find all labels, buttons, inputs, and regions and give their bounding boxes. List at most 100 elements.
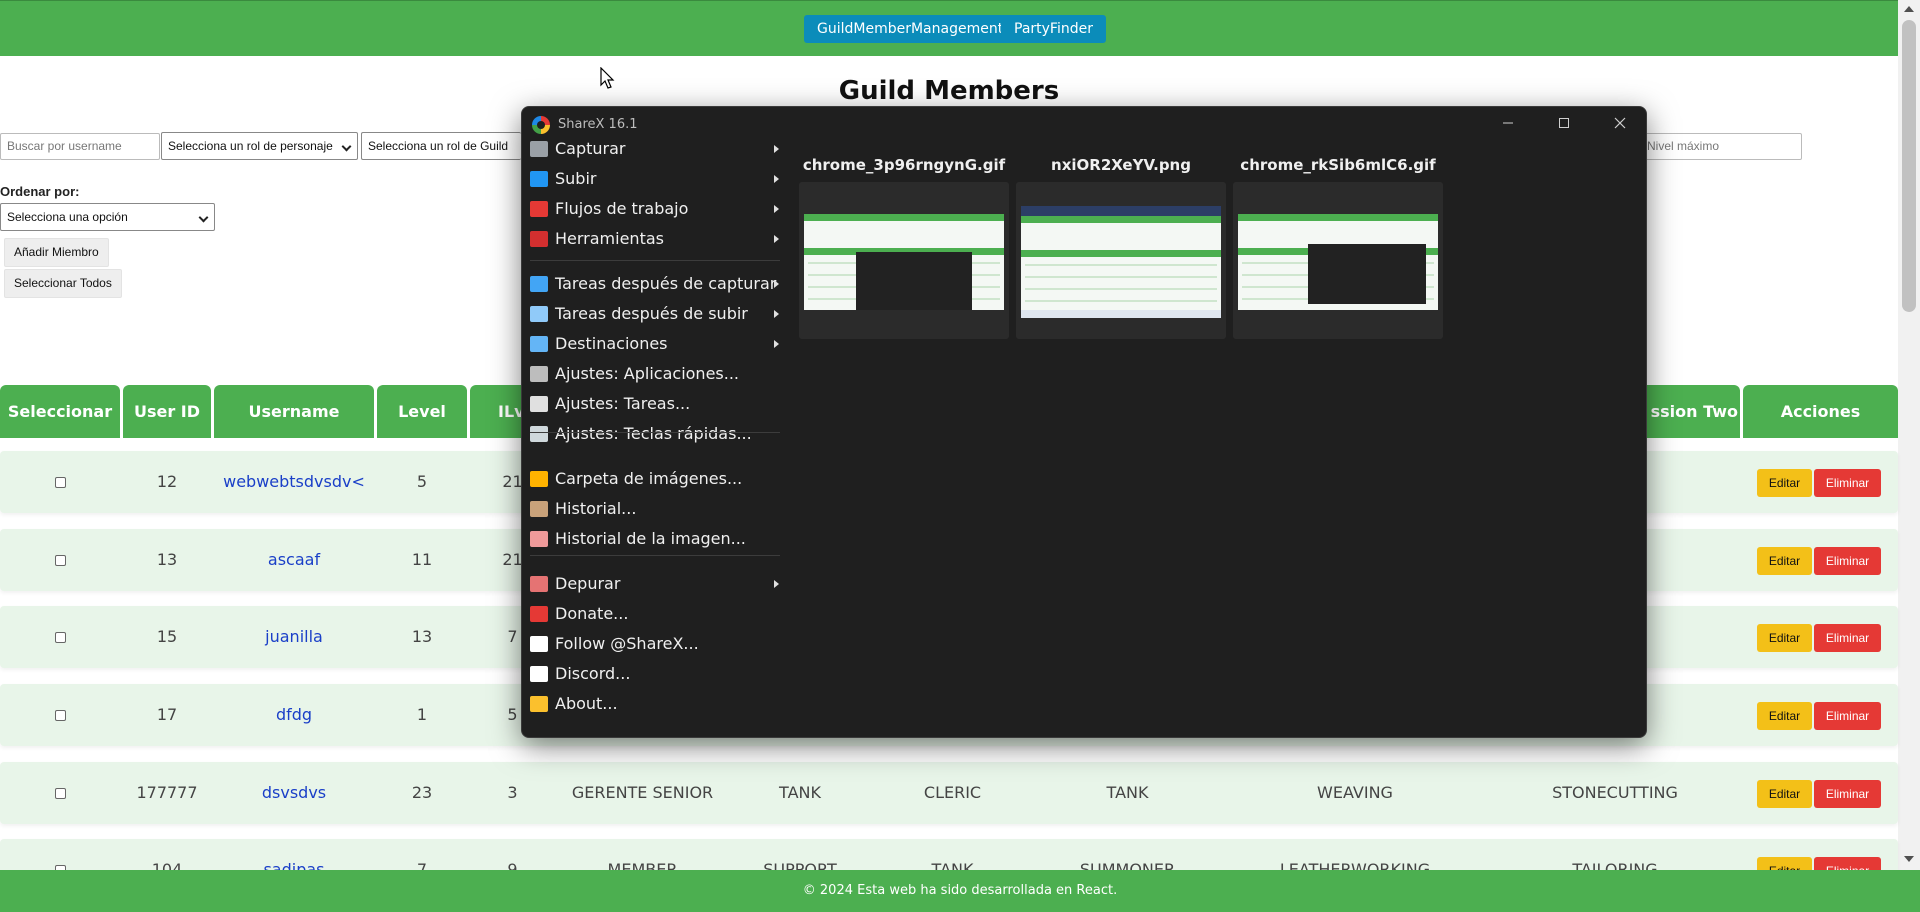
scroll-up-icon[interactable]	[1904, 6, 1914, 12]
menu-item-tools[interactable]: Herramientas	[530, 224, 780, 254]
edit-button[interactable]: Editar	[1757, 469, 1812, 497]
capture-icon	[530, 141, 548, 157]
menu-item-task-settings[interactable]: Ajustes: Tareas...	[530, 389, 780, 419]
after-upload-icon	[530, 306, 548, 322]
close-icon	[1614, 117, 1626, 129]
thumbnail-image-1	[804, 214, 1004, 310]
guild-role-select[interactable]: Selecciona un rol de Guild	[361, 132, 521, 160]
level-cell: 11	[411, 550, 433, 569]
menu-item-x-logo[interactable]: Follow @ShareX...	[530, 629, 780, 659]
level-cell: 1	[416, 705, 428, 724]
top-nav-bar: GuildMemberManagement PartyFinder	[0, 0, 1898, 56]
guild-member-management-button[interactable]: GuildMemberManagement	[804, 15, 1017, 43]
max-level-input[interactable]: Nivel máximo	[1640, 133, 1802, 160]
user-id-cell: 12	[156, 472, 178, 491]
minimize-icon	[1503, 122, 1513, 124]
order-by-select[interactable]: Selecciona una opción	[0, 203, 215, 231]
menu-item-after-capture[interactable]: Tareas después de capturar	[530, 269, 780, 299]
menu-item-discord[interactable]: Discord...	[530, 659, 780, 689]
character-role-cell: TANK	[779, 783, 821, 802]
menu-item-folder[interactable]: Carpeta de imágenes...	[530, 464, 780, 494]
scrollbar-thumb[interactable]	[1902, 20, 1916, 312]
history-icon	[530, 501, 548, 517]
search-username-input[interactable]: Buscar por username	[0, 133, 160, 160]
x-logo-icon	[530, 636, 548, 652]
menu-separator	[530, 260, 780, 261]
user-id-cell: 17	[156, 705, 178, 724]
row-select-checkbox[interactable]	[55, 555, 66, 566]
close-button[interactable]	[1600, 113, 1640, 137]
sharex-logo-icon	[532, 116, 550, 134]
edit-button[interactable]: Editar	[1757, 624, 1812, 652]
item-level-cell: 3	[507, 783, 518, 802]
minimize-button[interactable]	[1488, 113, 1528, 137]
menu-item-label: Ajustes: Aplicaciones...	[555, 364, 739, 383]
user-id-cell: 15	[156, 627, 178, 646]
delete-button[interactable]: Eliminar	[1814, 780, 1881, 808]
thumbnail-image-2	[1021, 206, 1221, 318]
menu-item-label: Tareas después de capturar	[555, 274, 777, 293]
menu-item-label: Capturar	[555, 139, 626, 158]
scroll-down-icon[interactable]	[1904, 856, 1914, 862]
row-select-checkbox[interactable]	[55, 710, 66, 721]
submenu-arrow-icon	[774, 280, 779, 288]
submenu-arrow-icon	[774, 340, 779, 348]
menu-item-workflows[interactable]: Flujos de trabajo	[530, 194, 780, 224]
username-cell[interactable]: dfdg	[214, 684, 374, 746]
edit-button[interactable]: Editar	[1757, 780, 1812, 808]
menu-item-image-history[interactable]: Historial de la imagen...	[530, 524, 780, 554]
submenu-arrow-icon	[774, 205, 779, 213]
menu-item-label: Depurar	[555, 574, 621, 593]
select-all-button[interactable]: Seleccionar Todos	[4, 269, 122, 298]
menu-item-capture[interactable]: Capturar	[530, 134, 780, 164]
menu-separator	[530, 555, 780, 556]
menu-item-upload[interactable]: Subir	[530, 164, 780, 194]
delete-button[interactable]: Eliminar	[1814, 547, 1881, 575]
order-by-label: Ordenar por:	[0, 184, 80, 199]
header-user-id: User ID	[123, 385, 211, 438]
username-cell[interactable]: webwebtsdvsdv<	[214, 451, 374, 513]
menu-item-label: Historial de la imagen...	[555, 529, 746, 548]
user-id-cell: 13	[156, 550, 178, 569]
page-title: Guild Members	[838, 76, 1060, 106]
delete-button[interactable]: Eliminar	[1814, 624, 1881, 652]
menu-item-debug[interactable]: Depurar	[530, 569, 780, 599]
username-cell[interactable]: ascaaf	[214, 529, 374, 591]
delete-button[interactable]: Eliminar	[1814, 702, 1881, 730]
maximize-button[interactable]	[1544, 113, 1584, 137]
thumbnail-3[interactable]	[1233, 182, 1443, 339]
table-row: 177777 dsvsdvs 23 3 GERENTE SENIOR TANK CLERIC…	[0, 762, 1898, 824]
menu-item-hotkey-settings[interactable]: Ajustes: Teclas rápidas...	[530, 419, 780, 449]
menu-item-label: Historial...	[555, 499, 637, 518]
thumbnail-1[interactable]	[799, 182, 1009, 339]
sharex-window[interactable]: ShareX 16.1 Capturar Subir Flujos de traba…	[521, 106, 1647, 738]
menu-item-destinations[interactable]: Destinaciones	[530, 329, 780, 359]
party-finder-button[interactable]: PartyFinder	[1001, 15, 1106, 43]
row-select-checkbox[interactable]	[55, 788, 66, 799]
level-cell: 5	[416, 472, 428, 491]
menu-item-after-upload[interactable]: Tareas después de subir	[530, 299, 780, 329]
header-level: Level	[377, 385, 467, 438]
submenu-arrow-icon	[774, 145, 779, 153]
page-scrollbar[interactable]	[1898, 0, 1920, 870]
username-cell[interactable]: juanilla	[214, 606, 374, 668]
menu-item-history[interactable]: Historial...	[530, 494, 780, 524]
menu-item-heart[interactable]: Donate...	[530, 599, 780, 629]
username-cell[interactable]: dsvsdvs	[214, 762, 374, 824]
edit-button[interactable]: Editar	[1757, 547, 1812, 575]
thumbnail-2[interactable]	[1016, 182, 1226, 339]
thumbnail-title-2: nxiOR2XeYV.png	[1051, 156, 1191, 174]
menu-item-crown[interactable]: About...	[530, 689, 780, 719]
row-select-checkbox[interactable]	[55, 632, 66, 643]
submenu-arrow-icon	[774, 235, 779, 243]
character-role-select[interactable]: Selecciona un rol de personaje	[161, 132, 358, 160]
order-by-select-value: Selecciona una opción	[7, 210, 128, 224]
menu-item-app-settings[interactable]: Ajustes: Aplicaciones...	[530, 359, 780, 389]
after-capture-icon	[530, 276, 548, 292]
row-select-checkbox[interactable]	[55, 477, 66, 488]
add-member-button[interactable]: Añadir Miembro	[4, 238, 109, 267]
edit-button[interactable]: Editar	[1757, 702, 1812, 730]
character-role-select-value: Selecciona un rol de personaje	[168, 139, 333, 153]
delete-button[interactable]: Eliminar	[1814, 469, 1881, 497]
thumbnail-image-3	[1238, 214, 1438, 310]
